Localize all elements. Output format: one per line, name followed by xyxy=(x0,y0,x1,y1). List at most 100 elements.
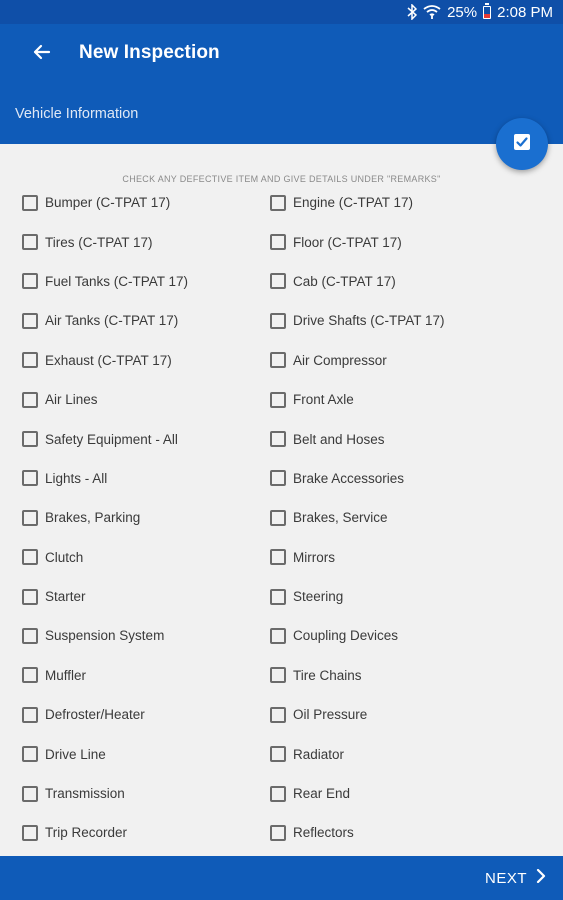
checklist-item[interactable]: Brakes, Parking xyxy=(0,509,270,526)
status-bar: 25% 2:08 PM xyxy=(0,0,563,24)
checklist-item[interactable]: Cab (C-TPAT 17) xyxy=(270,273,563,290)
checkbox[interactable] xyxy=(270,391,286,408)
checklist-item[interactable]: Drive Shafts (C-TPAT 17) xyxy=(270,312,563,329)
checklist-item-label: Drive Shafts (C-TPAT 17) xyxy=(293,313,445,329)
checklist-item-label: Tire Chains xyxy=(293,667,362,683)
checklist-item[interactable]: Suspension System xyxy=(0,627,270,644)
checkbox[interactable] xyxy=(22,234,38,251)
checklist-item[interactable]: Front Axle xyxy=(270,391,563,408)
checklist-item[interactable]: Mirrors xyxy=(270,549,563,566)
checklist-item-label: Tires (C-TPAT 17) xyxy=(45,234,153,250)
checklist-row: Safety Equipment - All Belt and Hoses xyxy=(0,419,563,458)
checklist-item-label: Mirrors xyxy=(293,549,335,565)
checkbox[interactable] xyxy=(270,627,286,644)
checkbox[interactable] xyxy=(22,706,38,723)
clock: 2:08 PM xyxy=(497,3,553,21)
defect-checklist: Bumper (C-TPAT 17) Engine (C-TPAT 17) Tire… xyxy=(0,183,563,853)
checklist-item-label: Muffler xyxy=(45,667,87,683)
checkbox[interactable] xyxy=(22,312,38,329)
checkbox[interactable] xyxy=(270,785,286,802)
checklist-row: Tires (C-TPAT 17) Floor (C-TPAT 17) xyxy=(0,222,563,261)
checklist-item[interactable]: Trip Recorder xyxy=(0,824,270,841)
checklist-item[interactable]: Defroster/Heater xyxy=(0,706,270,723)
checkbox[interactable] xyxy=(22,588,38,605)
checklist-item[interactable]: Starter xyxy=(0,588,270,605)
checklist-item-label: Suspension System xyxy=(45,628,165,644)
checkbox[interactable] xyxy=(270,312,286,329)
checkbox[interactable] xyxy=(22,667,38,684)
checkbox[interactable] xyxy=(22,785,38,802)
checklist-item[interactable]: Transmission xyxy=(0,785,270,802)
checkbox[interactable] xyxy=(270,234,286,251)
next-button[interactable]: NEXT xyxy=(485,856,547,900)
checkbox[interactable] xyxy=(22,627,38,644)
checklist-row: Transmission Rear End xyxy=(0,774,563,813)
checklist-item[interactable]: Floor (C-TPAT 17) xyxy=(270,234,563,251)
checklist-item-label: Fuel Tanks (C-TPAT 17) xyxy=(45,273,189,289)
fab-check-button[interactable] xyxy=(496,118,548,170)
checkbox[interactable] xyxy=(22,470,38,487)
checkbox[interactable] xyxy=(270,194,286,211)
checklist-item-label: Bumper (C-TPAT 17) xyxy=(45,195,171,211)
checkbox[interactable] xyxy=(270,588,286,605)
checkbox[interactable] xyxy=(22,194,38,211)
checklist-item[interactable]: Coupling Devices xyxy=(270,627,563,644)
checklist-item[interactable]: Tire Chains xyxy=(270,667,563,684)
checklist-item-label: Starter xyxy=(45,589,86,605)
checklist-row: Bumper (C-TPAT 17) Engine (C-TPAT 17) xyxy=(0,183,563,222)
checkbox[interactable] xyxy=(22,431,38,448)
checklist-item[interactable]: Tires (C-TPAT 17) xyxy=(0,234,270,251)
checkbox[interactable] xyxy=(22,509,38,526)
checklist-item-label: Air Compressor xyxy=(293,352,387,368)
checklist-row: Clutch Mirrors xyxy=(0,538,563,577)
checklist-item[interactable]: Fuel Tanks (C-TPAT 17) xyxy=(0,273,270,290)
checkbox-checked-icon xyxy=(513,133,531,156)
checklist-row: Drive Line Radiator xyxy=(0,734,563,773)
checkbox[interactable] xyxy=(270,431,286,448)
checklist-item[interactable]: Brakes, Service xyxy=(270,509,563,526)
checklist-item[interactable]: Engine (C-TPAT 17) xyxy=(270,194,563,211)
checkbox[interactable] xyxy=(22,352,38,369)
checkbox[interactable] xyxy=(270,509,286,526)
checkbox[interactable] xyxy=(22,746,38,763)
checklist-item[interactable]: Air Lines xyxy=(0,391,270,408)
checkbox[interactable] xyxy=(22,549,38,566)
checkbox[interactable] xyxy=(22,273,38,290)
checklist-item[interactable]: Belt and Hoses xyxy=(270,431,563,448)
checklist-item[interactable]: Radiator xyxy=(270,746,563,763)
checklist-row: Lights - All Brake Accessories xyxy=(0,459,563,498)
checklist-item-label: Belt and Hoses xyxy=(293,431,385,447)
checklist-item[interactable]: Clutch xyxy=(0,549,270,566)
checklist-row: Fuel Tanks (C-TPAT 17) Cab (C-TPAT 17) xyxy=(0,262,563,301)
checklist-row: Trip Recorder Reflectors xyxy=(0,813,563,852)
checkbox[interactable] xyxy=(270,706,286,723)
checklist-item[interactable]: Air Tanks (C-TPAT 17) xyxy=(0,312,270,329)
checkbox[interactable] xyxy=(270,352,286,369)
checkbox[interactable] xyxy=(270,470,286,487)
next-label: NEXT xyxy=(484,869,527,887)
checklist-row: Air Tanks (C-TPAT 17) Drive Shafts (C-TPA… xyxy=(0,301,563,340)
checkbox[interactable] xyxy=(270,667,286,684)
checkbox[interactable] xyxy=(22,391,38,408)
checklist-item[interactable]: Exhaust (C-TPAT 17) xyxy=(0,352,270,369)
checklist-item[interactable]: Muffler xyxy=(0,667,270,684)
checkbox[interactable] xyxy=(270,824,286,841)
checklist-item[interactable]: Drive Line xyxy=(0,746,270,763)
tab-vehicle-information[interactable]: Vehicle Information xyxy=(15,106,138,122)
checklist-item[interactable]: Air Compressor xyxy=(270,352,563,369)
checklist-item[interactable]: Lights - All xyxy=(0,470,270,487)
checklist-row: Exhaust (C-TPAT 17) Air Compressor xyxy=(0,341,563,380)
checklist-item[interactable]: Brake Accessories xyxy=(270,470,563,487)
checklist-item[interactable]: Bumper (C-TPAT 17) xyxy=(0,194,270,211)
checklist-item[interactable]: Oil Pressure xyxy=(270,706,563,723)
checkbox[interactable] xyxy=(270,273,286,290)
checklist-item[interactable]: Safety Equipment - All xyxy=(0,431,270,448)
checklist-item[interactable]: Reflectors xyxy=(270,824,563,841)
back-button[interactable] xyxy=(26,38,58,70)
checkbox[interactable] xyxy=(270,549,286,566)
checkbox[interactable] xyxy=(22,824,38,841)
checklist-item[interactable]: Rear End xyxy=(270,785,563,802)
checklist-item-label: Brakes, Service xyxy=(293,510,388,526)
checklist-item[interactable]: Steering xyxy=(270,588,563,605)
checkbox[interactable] xyxy=(270,746,286,763)
